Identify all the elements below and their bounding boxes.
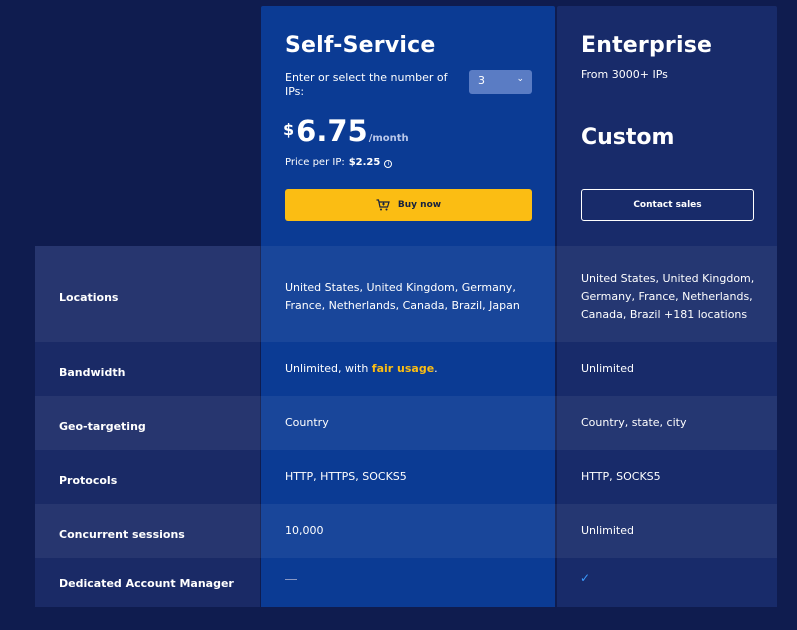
price-per-ip: Price per IP: $2.25 i	[285, 157, 393, 168]
enterprise-title: Enterprise	[581, 33, 713, 58]
fair-usage-link[interactable]: fair usage	[372, 362, 434, 375]
ip-count-value: 3	[478, 74, 485, 87]
self-service-price: $ 6.75 /month	[283, 114, 409, 148]
ent-bandwidth: Unlimited	[581, 362, 634, 375]
self-bandwidth-text: Unlimited, with	[285, 362, 372, 375]
info-icon[interactable]: i	[384, 160, 393, 168]
row-label-protocols: Protocols	[59, 474, 118, 487]
buy-now-label: Buy now	[397, 200, 442, 210]
cart-icon	[376, 199, 390, 211]
pricing-comparison: Self-Service Enter or select the number …	[0, 0, 797, 630]
contact-sales-label: Contact sales	[633, 200, 702, 210]
self-locations: United States, United Kingdom, Germany, …	[285, 281, 520, 312]
price-per-ip-value: $2.25	[348, 157, 381, 168]
ent-geo-targeting: Country, state, city	[581, 416, 687, 429]
ip-prompt: Enter or select the number of IPs:	[285, 71, 448, 98]
row-label-geo-targeting: Geo-targeting	[59, 420, 146, 433]
self-bandwidth: Unlimited, with fair usage.	[285, 360, 525, 378]
dash-icon	[285, 579, 297, 580]
self-protocols: HTTP, HTTPS, SOCKS5	[285, 470, 407, 483]
self-geo-targeting: Country	[285, 416, 329, 429]
row-label-bandwidth: Bandwidth	[59, 366, 126, 379]
ent-protocols: HTTP, SOCKS5	[581, 470, 661, 483]
price-per-ip-label: Price per IP:	[285, 157, 345, 168]
contact-sales-button[interactable]: Contact sales	[581, 189, 754, 221]
price-period: /month	[368, 133, 409, 144]
price-amount: 6.75	[296, 114, 368, 148]
enterprise-price: Custom	[581, 125, 675, 150]
price-currency: $	[283, 120, 295, 139]
row-label-locations: Locations	[59, 291, 119, 304]
row-label-account-manager: Dedicated Account Manager	[59, 577, 234, 590]
self-service-title: Self-Service	[285, 33, 436, 58]
self-bandwidth-suffix: .	[434, 362, 438, 375]
ip-count-select[interactable]: 3 ⌄	[469, 70, 532, 94]
ent-locations: United States, United Kingdom, Germany, …	[581, 272, 755, 321]
enterprise-subtitle: From 3000+ IPs	[581, 68, 668, 81]
ent-concurrent-sessions: Unlimited	[581, 524, 634, 537]
check-icon: ✓	[580, 571, 591, 585]
row-label-concurrent-sessions: Concurrent sessions	[59, 528, 185, 541]
self-concurrent-sessions: 10,000	[285, 524, 324, 537]
buy-now-button[interactable]: Buy now	[285, 189, 532, 221]
chevron-down-icon: ⌄	[516, 74, 524, 84]
